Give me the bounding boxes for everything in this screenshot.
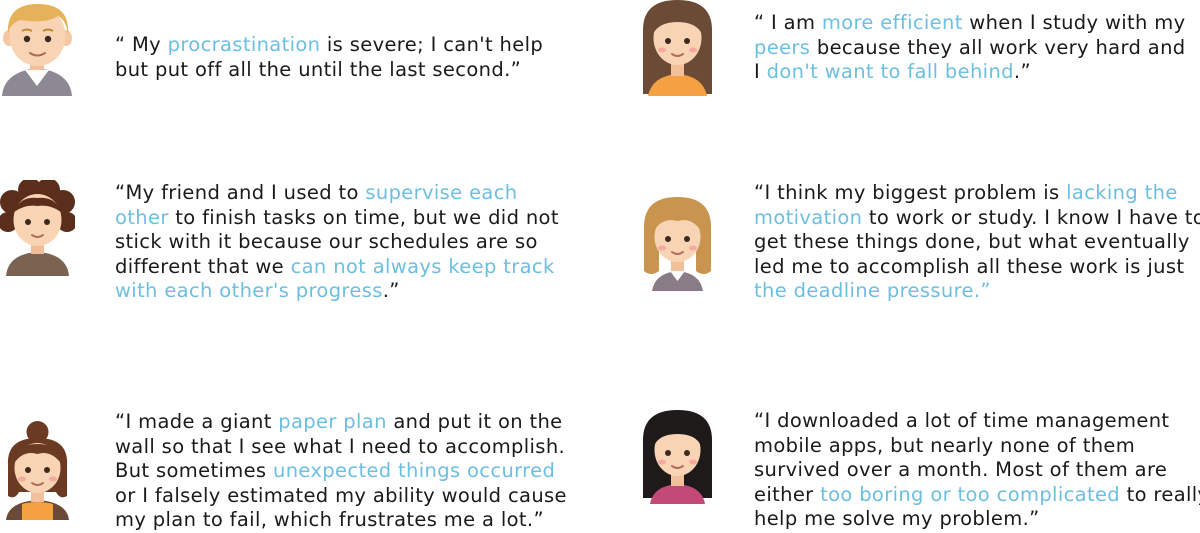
- highlighted-phrase: unexpected things occurred: [272, 459, 556, 483]
- quote-fragment: “I made a giant: [115, 410, 279, 433]
- quote-fragment: “ My: [115, 33, 168, 56]
- quote-line: “ My procrastination is severe; I can't …: [115, 33, 543, 58]
- quote-fragment: and put it on the: [386, 410, 563, 433]
- quote-line: stick with it because our schedules are …: [115, 230, 559, 255]
- quote-fragment: when I study with my: [962, 11, 1186, 34]
- avatar: [640, 0, 715, 96]
- highlighted-phrase: don't want to fall behind: [766, 60, 1014, 84]
- quote-fragment: survived over a month. Most of them are: [754, 458, 1168, 482]
- quote-text: “ I am more efficient when I study with …: [754, 11, 1186, 85]
- quote-line: peers because they all work very hard an…: [754, 36, 1186, 61]
- quote-fragment: help me solve my problem.”: [754, 507, 1040, 531]
- avatar: [640, 408, 715, 504]
- quote-line: get these things done, but what eventual…: [754, 230, 1200, 255]
- quote-fragment: But sometimes: [115, 459, 273, 483]
- quote-fragment: I: [754, 60, 767, 84]
- quote-fragment: mobile apps, but nearly none of them: [754, 433, 1136, 457]
- quote-text: “ My procrastination is severe; I can't …: [115, 33, 543, 82]
- quote-fragment: my plan to fail, which frustrates me a l…: [115, 508, 544, 532]
- highlighted-phrase: more efficient: [821, 11, 963, 34]
- quote-line: “I think my biggest problem is lacking t…: [754, 181, 1200, 206]
- quote-fragment: led me to accomplish all these work is j…: [754, 254, 1185, 278]
- quote-line: with each other's progress.”: [115, 279, 559, 304]
- quote-fragment: stick with it because our schedules are …: [115, 230, 538, 254]
- quote-fragment: .”: [382, 279, 400, 303]
- quote-text: “I think my biggest problem is lacking t…: [754, 181, 1200, 304]
- quote-fragment: to work or study. I know I have to: [862, 205, 1200, 229]
- quote-fragment: or I falsely estimated my ability would …: [115, 483, 567, 507]
- quote-line: “I made a giant paper plan and put it on…: [115, 410, 567, 435]
- quote-fragment: get these things done, but what eventual…: [754, 230, 1190, 254]
- highlighted-phrase: supervise each: [365, 181, 518, 204]
- quote-fragment: “I downloaded a lot of time management: [754, 409, 1170, 432]
- quote-fragment: wall so that I see what I need to accomp…: [115, 434, 566, 458]
- quote-line: “I downloaded a lot of time management: [754, 409, 1200, 434]
- quote-fragment: “I think my biggest problem is: [754, 181, 1067, 204]
- quote-fragment: because they all work very hard and: [810, 35, 1186, 59]
- quote-card-efficiency: “ I am more efficient when I study with …: [600, 0, 1200, 120]
- highlighted-phrase: lacking the: [1066, 181, 1178, 204]
- avatar: [640, 195, 715, 291]
- quote-fragment: different that we: [115, 254, 291, 278]
- quote-line: the deadline pressure.”: [754, 279, 1200, 304]
- highlighted-phrase: the deadline pressure.”: [754, 279, 991, 303]
- quote-text: “I made a giant paper plan and put it on…: [115, 410, 567, 533]
- quote-line: motivation to work or study. I know I ha…: [754, 206, 1200, 231]
- quote-card-supervise: “My friend and I used to supervise each o…: [0, 170, 600, 320]
- quote-line: different that we can not always keep tr…: [115, 255, 559, 280]
- quote-card-motivation: “I think my biggest problem is lacking t…: [600, 170, 1200, 320]
- quote-line: I don't want to fall behind.”: [754, 60, 1186, 85]
- highlighted-phrase: procrastination: [167, 33, 321, 56]
- quote-fragment: “ I am: [754, 11, 822, 34]
- quote-text: “My friend and I used to supervise each o…: [115, 181, 559, 304]
- quote-line: but put off all the until the last secon…: [115, 58, 543, 83]
- quote-line: led me to accomplish all these work is j…: [754, 255, 1200, 280]
- quote-line: But sometimes unexpected things occurred: [115, 459, 567, 484]
- quote-fragment: is severe; I can't help: [320, 33, 544, 56]
- quote-card-paper-plan: “I made a giant paper plan and put it on…: [0, 400, 600, 532]
- quote-line: my plan to fail, which frustrates me a l…: [115, 508, 567, 533]
- quote-line: survived over a month. Most of them are: [754, 458, 1200, 483]
- avatar: [0, 420, 75, 520]
- quote-fragment: “My friend and I used to: [115, 181, 366, 204]
- highlighted-phrase: can not always keep track: [290, 254, 555, 278]
- quote-line: other to finish tasks on time, but we di…: [115, 206, 559, 231]
- highlighted-phrase: paper plan: [278, 410, 387, 433]
- quote-fragment: .”: [1013, 60, 1031, 84]
- quote-line: “My friend and I used to supervise each: [115, 181, 559, 206]
- avatar: [0, 0, 75, 96]
- quote-line: mobile apps, but nearly none of them: [754, 434, 1200, 459]
- quote-card-mobile-apps: “I downloaded a lot of time management mo…: [600, 400, 1200, 532]
- avatar: [0, 178, 77, 276]
- quote-fragment: either: [754, 482, 821, 506]
- quote-card-procrastination: “ My procrastination is severe; I can't …: [0, 0, 600, 120]
- highlighted-phrase: other: [115, 205, 169, 229]
- quote-line: “ I am more efficient when I study with …: [754, 11, 1186, 36]
- highlighted-phrase: too boring or too complicated: [820, 482, 1121, 506]
- quote-line: wall so that I see what I need to accomp…: [115, 435, 567, 460]
- highlighted-phrase: peers: [754, 35, 811, 59]
- highlighted-phrase: motivation: [754, 205, 863, 229]
- quote-fragment: to finish tasks on time, but we did not: [168, 205, 559, 229]
- quote-line: or I falsely estimated my ability would …: [115, 484, 567, 509]
- quote-text: “I downloaded a lot of time management mo…: [754, 409, 1200, 532]
- quote-fragment: but put off all the until the last secon…: [115, 57, 522, 81]
- quote-line: help me solve my problem.”: [754, 507, 1200, 532]
- highlighted-phrase: with each other's progress: [115, 279, 383, 303]
- quote-fragment: to really: [1126, 482, 1200, 506]
- quote-line: either too boring or too complicated to …: [754, 483, 1200, 508]
